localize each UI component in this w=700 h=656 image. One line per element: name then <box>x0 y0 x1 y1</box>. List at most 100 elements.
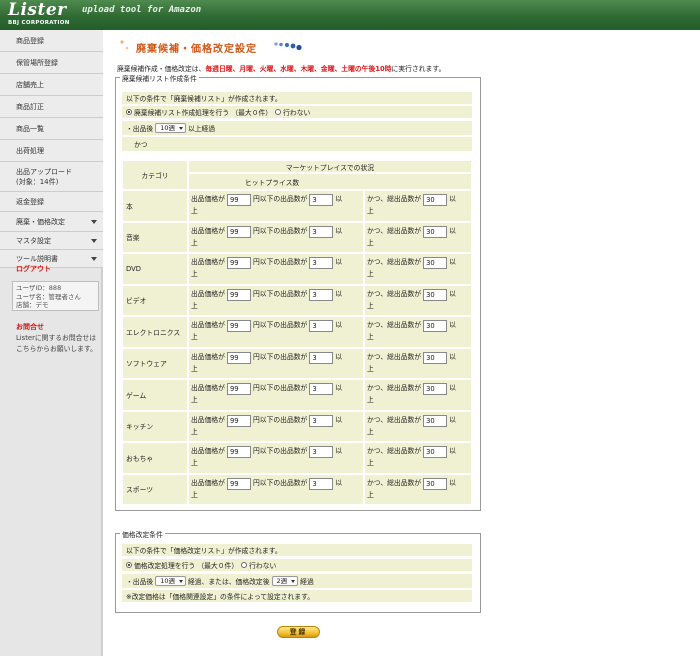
price-intro: 以下の条件で「価格改定リスト」が作成されます。 <box>126 547 282 555</box>
price-threshold-input[interactable]: 99 <box>226 477 251 490</box>
crit-label: 出品価格が <box>191 226 225 235</box>
price-threshold-input[interactable]: 99 <box>226 257 251 269</box>
corp-name: BBJ CORPORATION <box>8 20 70 26</box>
count-threshold-input[interactable]: 3 <box>309 383 334 395</box>
sidebar-item-disposal-pricing[interactable]: 廃棄・価格改定 <box>0 212 103 232</box>
total-threshold-input[interactable]: 30 <box>423 288 448 301</box>
sidebar-item-product-edit[interactable]: 商品訂正 <box>0 96 103 118</box>
sidebar-item-product-register[interactable]: 商品登録 <box>0 30 103 52</box>
count-threshold-input[interactable]: 3 <box>309 257 334 269</box>
price-revision-period-select[interactable]: 2週 <box>271 576 299 586</box>
sidebar-item-label: 商品一覧 <box>16 124 44 133</box>
price-radio-off[interactable] <box>241 562 248 568</box>
crit-label: 以 <box>335 321 343 329</box>
category-name: ビデオ <box>122 284 188 316</box>
price-threshold-input[interactable]: 99 <box>226 414 251 427</box>
crit-label: 以 <box>449 352 456 361</box>
total-criteria-cell: かつ、総出品数が 30 以上 <box>364 284 472 316</box>
total-threshold-input[interactable]: 30 <box>423 446 448 458</box>
disposal-radio-off-label[interactable]: 行わない <box>283 107 310 117</box>
chevron-down-icon <box>91 238 97 243</box>
total-threshold-input[interactable]: 30 <box>423 477 448 490</box>
sidebar-item-label: 返金登録 <box>16 197 44 206</box>
price-criteria-cell: 出品価格が 99 円以下の出品数が 3 以上 <box>188 473 364 505</box>
crit-label: 上 <box>367 396 374 404</box>
logout-link[interactable]: ログアウト <box>16 264 51 274</box>
price-threshold-input[interactable]: 99 <box>226 320 251 332</box>
sidebar-item-label: 商品登録 <box>16 36 44 45</box>
price-threshold-input[interactable]: 99 <box>226 194 251 206</box>
sidebar-item-master-settings[interactable]: マスタ設定 <box>0 232 103 250</box>
schedule-note: 廃棄候補作成・価格改定は、毎週日曜、月曜、火曜、水曜、木曜、金曜、土曜の午後10… <box>117 63 445 73</box>
lister-logo[interactable]: Lister <box>8 0 67 20</box>
crit-label: 上 <box>191 490 198 499</box>
crit-label: 出品価格が <box>191 415 225 424</box>
crit-label: 以 <box>335 195 343 203</box>
count-threshold-input[interactable]: 3 <box>309 351 334 364</box>
price-threshold-input[interactable]: 99 <box>226 351 251 364</box>
price-criteria-cell: 出品価格が 99 円以下の出品数が 3 以上 <box>188 410 364 442</box>
sidebar-item-product-list[interactable]: 商品一覧 <box>0 118 103 140</box>
sidebar-item-listing-upload[interactable]: 出品アップロード (対象：14件) <box>0 162 103 192</box>
total-criteria-cell: かつ、総出品数が 30 以上 <box>364 221 472 253</box>
count-threshold-input[interactable]: 3 <box>309 194 334 206</box>
sidebar-item-shipping[interactable]: 出荷処理 <box>0 140 103 162</box>
crit-label: 上 <box>367 459 374 467</box>
price-threshold-input[interactable]: 99 <box>226 383 251 395</box>
total-threshold-input[interactable]: 30 <box>423 351 448 364</box>
sidebar: 商品登録 保管場所登録 店舗売上 商品訂正 商品一覧 出荷処理 出品アップロード… <box>0 30 103 656</box>
crit-label: 円以下の出品数が <box>252 415 308 424</box>
total-threshold-input[interactable]: 30 <box>423 257 448 269</box>
sidebar-item-label: 商品訂正 <box>16 102 44 111</box>
price-radio-on-label[interactable]: 価格改定処理を行う （最大０件） <box>134 560 238 570</box>
sidebar-item-store-sales[interactable]: 店舗売上 <box>0 74 103 96</box>
price-radio-on[interactable] <box>126 562 132 568</box>
price-revision-legend: 価格改定条件 <box>120 529 165 539</box>
price-intro-row: 以下の条件で「価格改定リスト」が作成されます。 <box>122 544 472 557</box>
crit-label: 以 <box>449 258 456 266</box>
disposal-radio-on[interactable] <box>126 109 132 115</box>
disposal-radio-on-label[interactable]: 廃棄候補リスト作成処理を行う （最大０件） <box>134 107 272 117</box>
count-threshold-input[interactable]: 3 <box>309 446 334 458</box>
total-threshold-input[interactable]: 30 <box>423 414 448 427</box>
price-revision-fieldset: 価格改定条件 以下の条件で「価格改定リスト」が作成されます。 価格改定処理を行う… <box>115 529 481 613</box>
price-threshold-input[interactable]: 99 <box>226 288 251 301</box>
count-threshold-input[interactable]: 3 <box>309 288 334 301</box>
crit-label: 上 <box>191 396 198 404</box>
count-threshold-input[interactable]: 3 <box>309 414 334 427</box>
crit-label: 以 <box>449 478 456 487</box>
crit-label: 以 <box>335 384 343 392</box>
count-threshold-input[interactable]: 3 <box>309 477 334 490</box>
sidebar-item-storage-register[interactable]: 保管場所登録 <box>0 52 103 74</box>
total-threshold-input[interactable]: 30 <box>423 320 448 332</box>
register-button[interactable]: 登録 <box>277 626 320 638</box>
sidebar-item-label: ツール説明書 <box>16 254 58 263</box>
crit-label: 出品価格が <box>191 195 225 203</box>
category-name: おもちゃ <box>122 442 188 474</box>
total-threshold-input[interactable]: 30 <box>423 225 448 238</box>
count-threshold-input[interactable]: 3 <box>309 320 334 332</box>
total-threshold-input[interactable]: 30 <box>423 383 448 395</box>
crit-label: かつ、総出品数が <box>367 384 422 392</box>
disposal-period-select[interactable]: 10週 <box>155 123 186 133</box>
category-name: ソフトウェア <box>122 347 188 379</box>
category-name: 本 <box>122 190 188 222</box>
price-radio-off-label[interactable]: 行わない <box>249 560 276 570</box>
total-threshold-input[interactable]: 30 <box>423 194 448 206</box>
crit-label: 以 <box>335 226 343 235</box>
crit-label: 円以下の出品数が <box>252 226 308 235</box>
price-period-select[interactable]: 10週 <box>155 576 186 586</box>
crit-label: 以 <box>449 384 456 392</box>
sidebar-item-refund[interactable]: 返金登録 <box>0 192 103 212</box>
crit-label: 上 <box>367 333 374 341</box>
user-id: ユーザID：888 <box>16 284 62 292</box>
crit-label: 円以下の出品数が <box>252 447 308 455</box>
count-threshold-input[interactable]: 3 <box>309 225 334 238</box>
price-threshold-input[interactable]: 99 <box>226 225 251 238</box>
contact-text[interactable]: Listerに関するお問合せは こちらからお願いします。 <box>16 333 106 355</box>
price-threshold-input[interactable]: 99 <box>226 446 251 458</box>
price-criteria-cell: 出品価格が 99 円以下の出品数が 3 以上 <box>188 442 364 474</box>
total-criteria-cell: かつ、総出品数が 30 以上 <box>364 442 472 474</box>
disposal-radio-off[interactable] <box>275 109 282 115</box>
cond-mid: 経過、または、価格改定後 <box>187 578 270 586</box>
